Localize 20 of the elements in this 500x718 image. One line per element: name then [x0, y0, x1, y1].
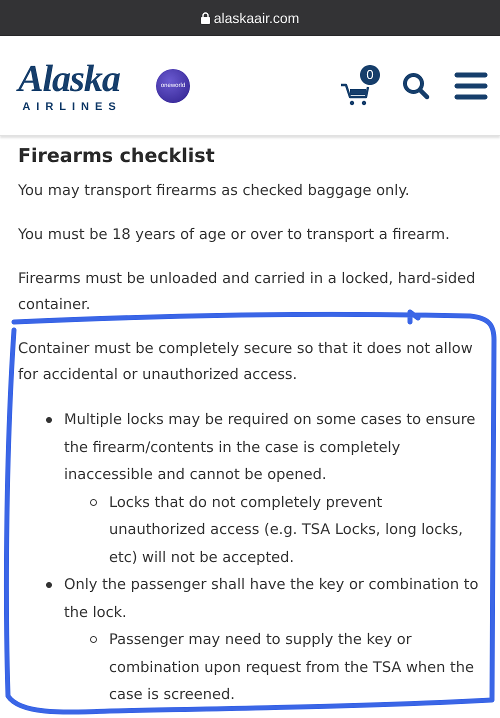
bullet-icon [46, 582, 52, 588]
paragraph: You must be 18 years of age or over to transport a firearm. [18, 225, 451, 245]
menu-button[interactable] [454, 70, 488, 100]
section-heading: Firearms checklist [18, 144, 216, 169]
list-item-text: Locks that do not completely prevent unauthorized access (e.g. TSA Locks, long locks, etc) will not be accepted. [109, 492, 464, 568]
paragraph: Container must be completely secure so that it does not allow for accidental or unauthorized access. [18, 339, 474, 385]
bullet-icon [46, 417, 52, 423]
list-item-text: Multiple locks may be required on some cases to ensure the firearm/contents in the case is completely inaccessible and cannot be opened. [64, 410, 476, 485]
airline-logo[interactable]: Alaska AIRLINES [10, 58, 128, 112]
circle-bullet-icon [90, 636, 97, 643]
circle-bullet-icon [90, 498, 97, 506]
list-item-text: Passenger may need to supply the key or combination upon request from the TSA when the case is screened. [109, 630, 475, 705]
search-button[interactable] [402, 72, 430, 100]
cart-count-badge: 0 [360, 64, 380, 84]
paragraph: You may transport firearms as checked baggage only. [18, 181, 411, 201]
lock-icon [200, 12, 210, 24]
list-item-text: Only the passenger shall have the key or combination to the lock. [64, 575, 480, 622]
cart-button[interactable]: 0 [340, 64, 380, 106]
paragraph: Firearms must be unloaded and carried in a locked, hard-sided container. [18, 269, 476, 315]
url-text[interactable]: alaskaair.com [214, 10, 300, 26]
